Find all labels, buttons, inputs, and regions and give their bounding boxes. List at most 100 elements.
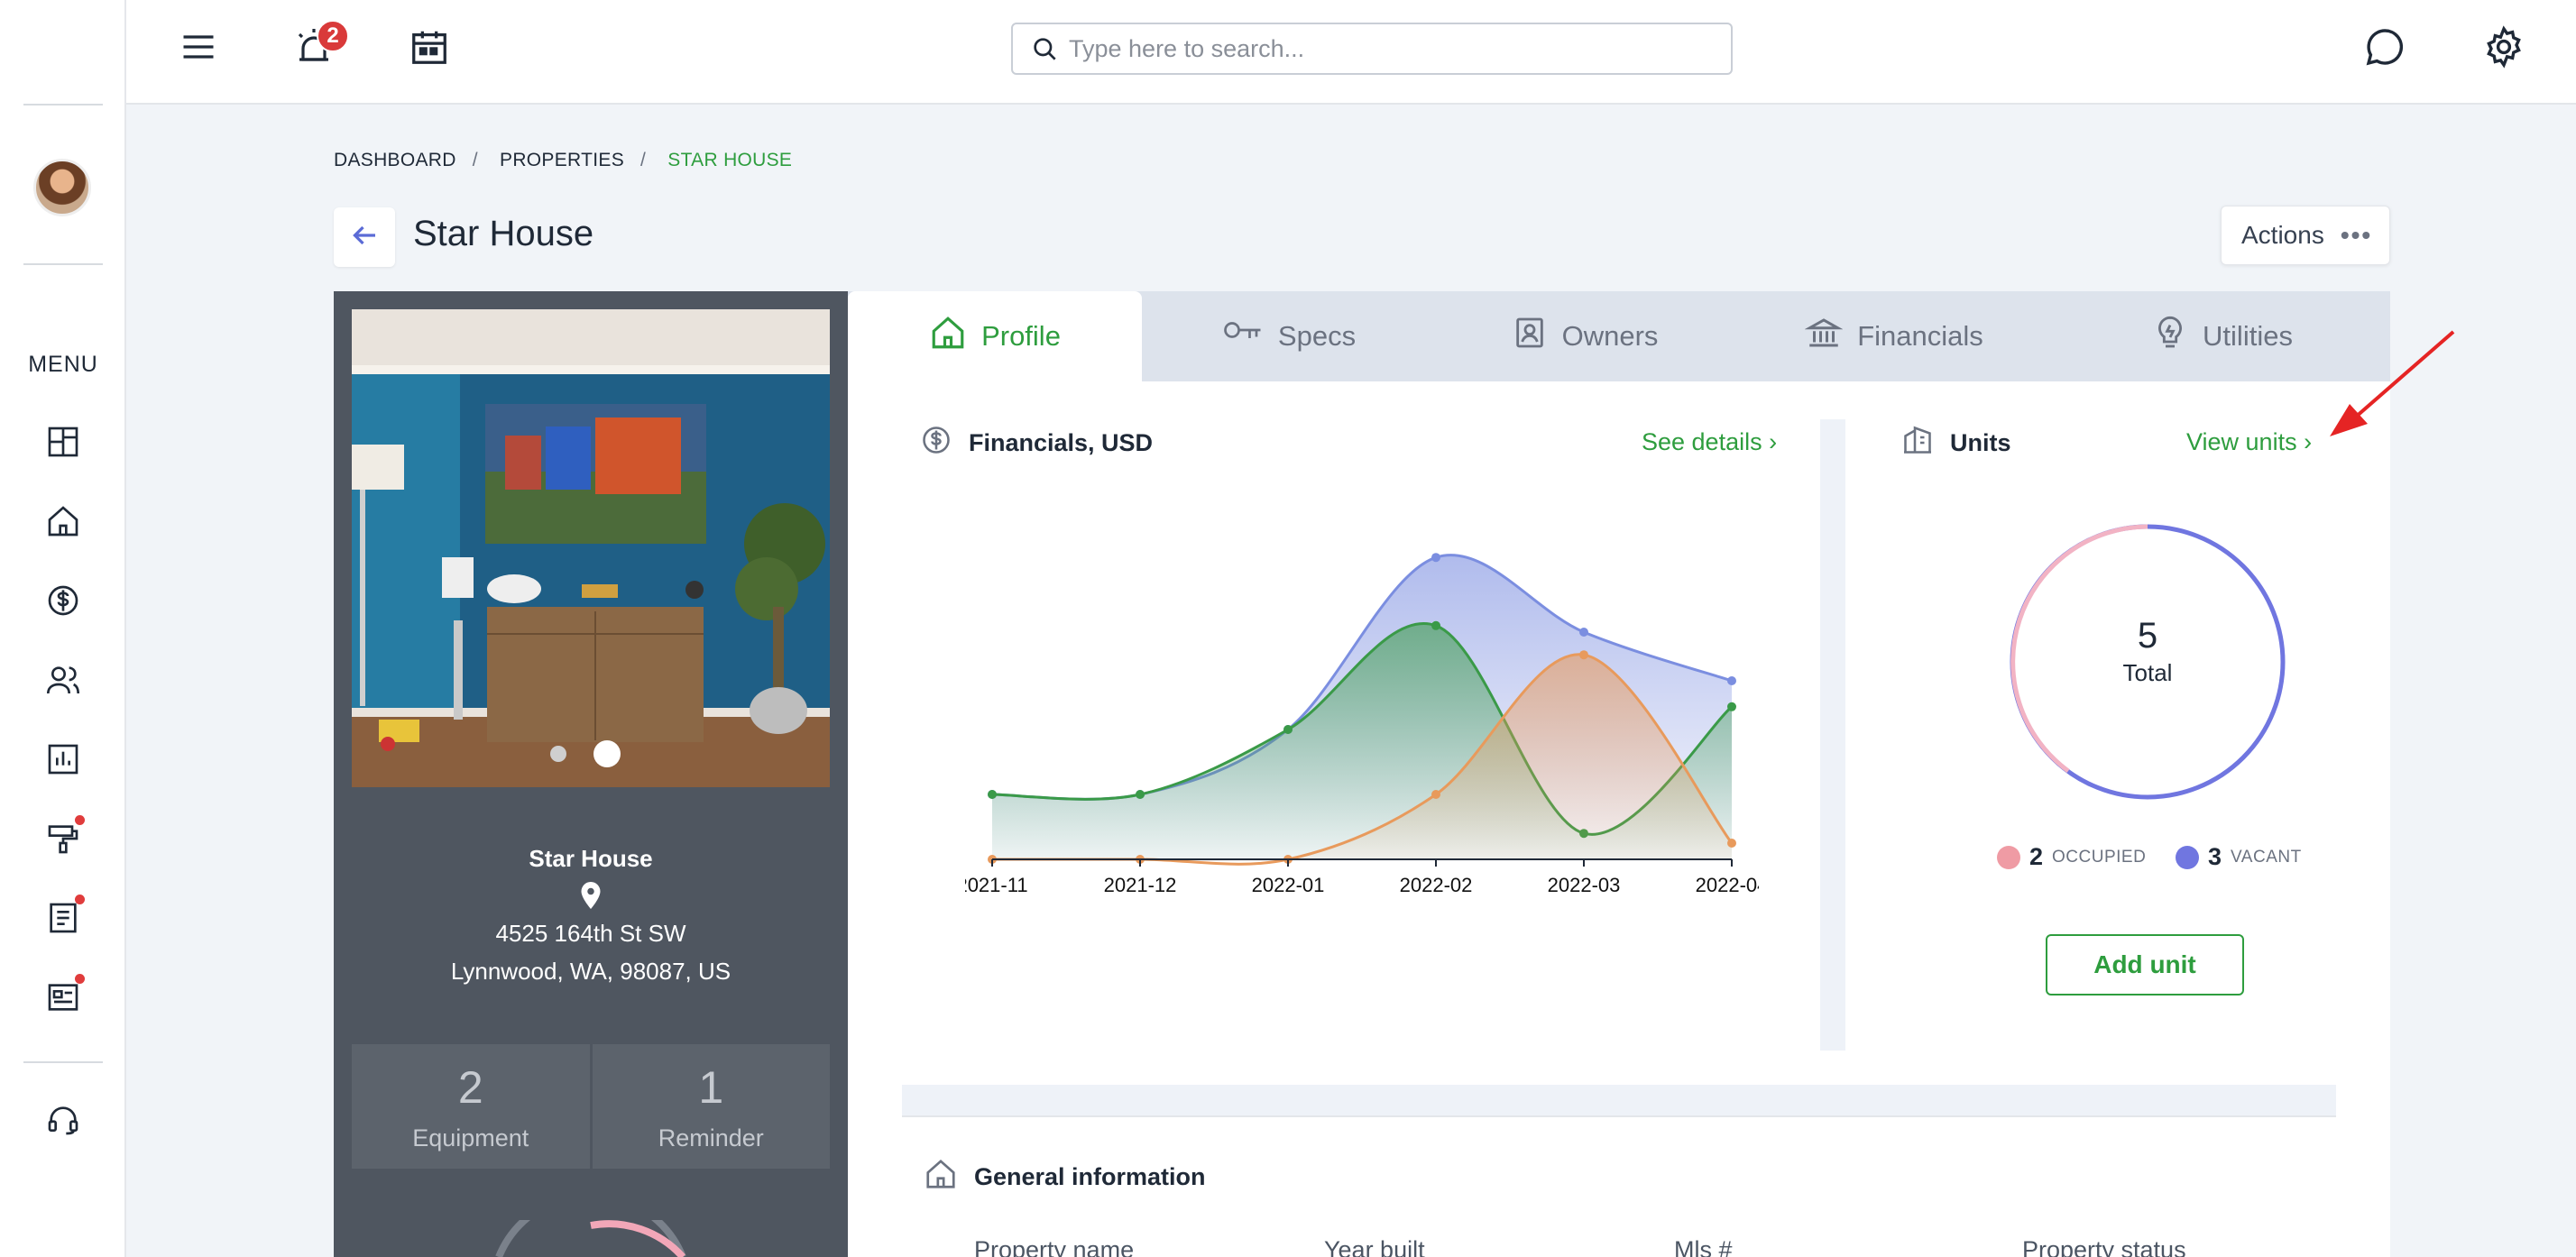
owner-badge-icon [1512, 315, 1548, 358]
arrow-left-icon [348, 219, 381, 256]
data-point[interactable] [1579, 650, 1588, 660]
x-tick-label: 2021-12 [1104, 874, 1177, 896]
column-separator [1820, 419, 1845, 1051]
tab-bar: Profile Specs Owners Financials Utilitie… [848, 291, 2390, 381]
view-units-label: View units [2186, 428, 2297, 455]
actions-label: Actions [2241, 221, 2324, 249]
maintenance-icon[interactable] [41, 815, 85, 860]
divider [23, 104, 103, 106]
breadcrumb-properties[interactable]: PROPERTIES [500, 150, 624, 170]
hamburger-menu-icon[interactable] [175, 23, 222, 70]
data-point[interactable] [1727, 676, 1736, 685]
dollar-circle-icon [920, 424, 952, 463]
report-icon[interactable] [41, 738, 85, 781]
tab-specs[interactable]: Specs [1142, 291, 1436, 381]
users-icon[interactable] [41, 658, 85, 702]
avatar[interactable] [33, 159, 91, 216]
more-dots-icon: ••• [2340, 221, 2373, 249]
general-info-header: General information [924, 1157, 1206, 1197]
see-details-link[interactable]: See details › [1642, 428, 1777, 456]
gear-icon[interactable] [2480, 23, 2527, 70]
column-mls: Mls # [1674, 1236, 1733, 1257]
stat-reminder[interactable]: 1 Reminder [592, 1044, 830, 1169]
units-total-value: 5 [2137, 616, 2158, 656]
listing-icon[interactable] [41, 974, 85, 1019]
notification-dot [75, 895, 85, 904]
units-title: Units [1950, 429, 2011, 456]
stat-value: 2 [457, 1061, 483, 1113]
stat-value: 1 [698, 1061, 724, 1113]
x-tick-label: 2022-03 [1548, 874, 1621, 896]
dollar-icon[interactable] [41, 579, 85, 622]
tab-label: Profile [981, 320, 1061, 352]
breadcrumb-dashboard[interactable]: DASHBOARD [334, 150, 456, 170]
occupied-label: OCCUPIED [2052, 847, 2147, 867]
search-bar [1011, 23, 1733, 75]
data-point[interactable] [1431, 620, 1440, 630]
home-icon[interactable] [41, 500, 85, 543]
carousel-dot[interactable] [550, 746, 566, 762]
chat-icon[interactable] [2361, 23, 2408, 70]
tab-label: Owners [1561, 320, 1659, 352]
vacant-label: VACANT [2231, 847, 2302, 867]
address-line1: 4525 164th St SW [495, 920, 686, 947]
notification-dot [75, 974, 85, 984]
data-point[interactable] [1431, 790, 1440, 799]
column-year-built: Year built [1324, 1236, 1425, 1257]
property-name: Star House [529, 845, 653, 872]
breadcrumb: DASHBOARD / PROPERTIES / STAR HOUSE [334, 150, 793, 170]
property-photo[interactable] [352, 309, 830, 787]
support-headset-icon[interactable] [41, 1098, 85, 1142]
general-info-title: General information [974, 1163, 1206, 1190]
data-point[interactable] [1283, 725, 1293, 734]
data-point[interactable] [1727, 839, 1736, 848]
column-property-status: Property status [2022, 1236, 2186, 1257]
tab-owners[interactable]: Owners [1436, 291, 1734, 381]
financials-header: Financials, USD [920, 424, 1153, 463]
units-total-label: Total [2122, 659, 2173, 686]
location-pin-icon [575, 879, 607, 916]
home-icon [924, 1157, 958, 1197]
stat-equipment[interactable]: 2 Equipment [352, 1044, 590, 1169]
key-icon [1222, 319, 1264, 353]
add-unit-button[interactable]: Add unit [2046, 934, 2244, 996]
data-point[interactable] [1579, 628, 1588, 637]
notification-dot [75, 815, 85, 825]
data-point[interactable] [988, 790, 997, 799]
stat-label: Reminder [658, 1124, 764, 1151]
occupied-count: 2 [2029, 843, 2044, 870]
annotation-arrow-icon [2330, 330, 2455, 436]
page-title: Star House [413, 214, 594, 253]
topbar: 2 [126, 0, 2576, 105]
tab-label: Utilities [2203, 320, 2293, 352]
tab-profile[interactable]: Profile [848, 291, 1142, 381]
x-tick-label: 2021-11 [965, 874, 1028, 896]
data-point[interactable] [1431, 553, 1440, 563]
back-button[interactable] [334, 207, 395, 267]
view-units-link[interactable]: View units › [2186, 428, 2312, 456]
gauge-partial [492, 1191, 690, 1257]
calendar-icon[interactable] [406, 23, 453, 70]
units-header: Units [1901, 424, 2011, 463]
x-tick-label: 2022-02 [1400, 874, 1473, 896]
document-icon[interactable] [41, 895, 85, 940]
vacant-swatch [2176, 845, 2199, 869]
menu-label: MENU [28, 352, 98, 377]
section-divider [902, 1085, 2336, 1117]
lightbulb-icon [2152, 313, 2188, 360]
sidebar: MENU [0, 0, 126, 1257]
legend-vacant: 3 VACANT [2176, 843, 2302, 871]
data-point[interactable] [1136, 790, 1145, 799]
tab-financials[interactable]: Financials [1734, 291, 2055, 381]
breadcrumb-current: STAR HOUSE [667, 150, 793, 170]
actions-button[interactable]: Actions ••• [2221, 206, 2390, 265]
divider [23, 1061, 103, 1063]
x-tick-label: 2022-01 [1252, 874, 1325, 896]
vacant-count: 3 [2208, 843, 2222, 870]
address-line2: Lynnwood, WA, 98087, US [450, 958, 731, 985]
dashboard-icon[interactable] [41, 420, 85, 463]
property-card: Star House 4525 164th St SW Lynnwood, WA… [334, 291, 848, 1257]
carousel-dot-active[interactable] [593, 740, 621, 767]
data-point[interactable] [1727, 702, 1736, 711]
search-input[interactable] [1069, 34, 1731, 63]
